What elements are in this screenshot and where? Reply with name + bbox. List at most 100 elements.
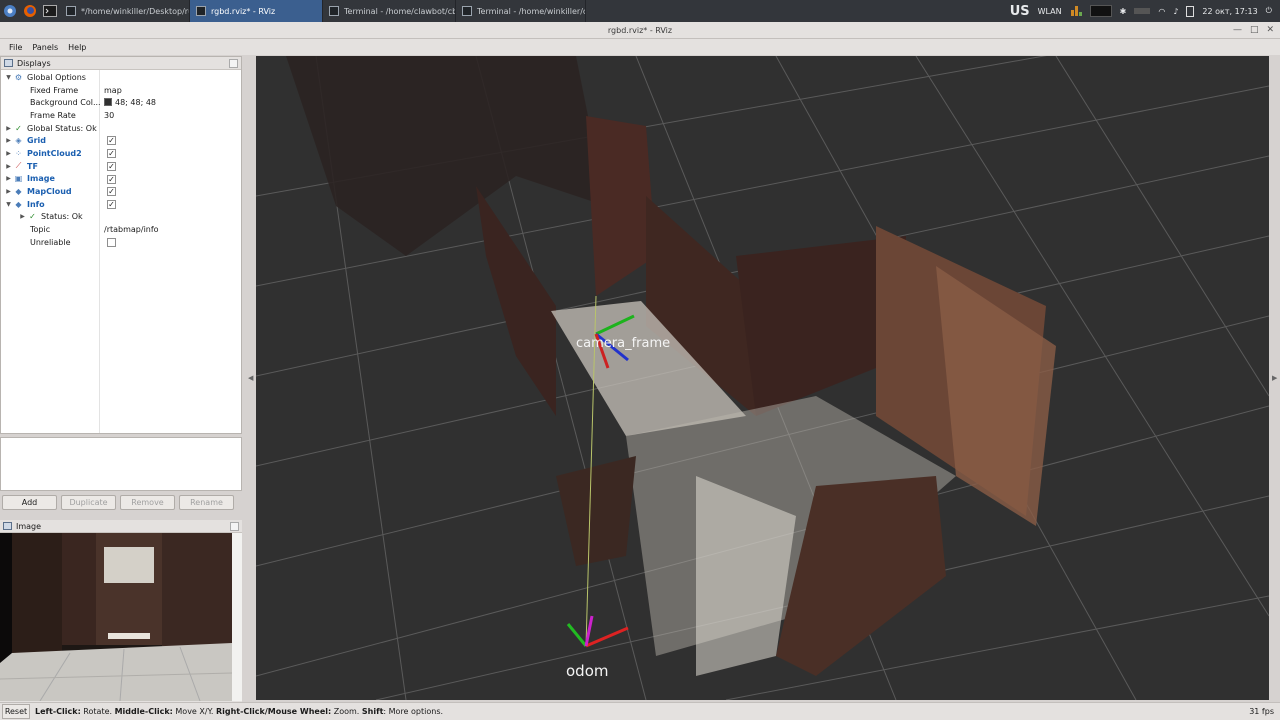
window-title: rgbd.rviz* - RViz [607,26,673,35]
grid-label: Grid [27,136,46,146]
task-label: */home/winkiller/Desktop/ru... [81,6,190,16]
tree-unreliable[interactable]: Unreliable [4,236,241,249]
collapsed-arrow-icon[interactable]: ▶ [4,150,13,157]
expanded-arrow-icon[interactable]: ▼ [4,201,13,208]
terminal-window-icon [462,6,472,16]
info-icon: ◆ [15,199,22,209]
minimize-icon[interactable]: — [1233,22,1242,39]
checkmark-icon: ✓ [29,212,36,222]
frame-rate-label: Frame Rate [30,110,76,120]
tree-frame-rate[interactable]: Frame Rate 30 [4,109,241,122]
unreliable-checkbox[interactable] [107,237,116,247]
camera-image-view [0,533,242,701]
add-button[interactable]: Add [2,495,57,510]
tree-info[interactable]: ▼ ◆ Info ✓ [4,198,241,211]
display-tree: ▼ ⚙ Global Options Fixed Frame map Backg… [1,70,241,249]
close-icon[interactable]: ✕ [1266,22,1274,39]
tree-pointcloud2[interactable]: ▶ ⁘ PointCloud2 ✓ [4,147,241,160]
hint-right-click-key: Right-Click/Mouse Wheel: [215,707,332,716]
tree-tf[interactable]: ▶ ⟋ TF ✓ [4,160,241,173]
hint-left-click-text: Rotate. [80,707,115,716]
app-menu-icon[interactable] [0,0,20,22]
left-collapse-arrow-icon[interactable]: ◀ [248,374,253,382]
panel-float-icon[interactable] [229,58,238,68]
menu-help[interactable]: Help [63,43,91,52]
topic-value[interactable]: /rtabmap/info [104,225,159,234]
remove-button[interactable]: Remove [120,495,175,510]
tree-global-status[interactable]: ▶ ✓ Global Status: Ok [4,122,241,135]
background-color-label: Background Col... [30,98,101,108]
terminal-window-icon [329,6,339,16]
task-terminal-1[interactable]: Terminal - /home/clawbot/cb... [323,0,456,22]
image-panel-icon [3,522,12,530]
image-panel: Image [0,520,242,702]
cpu-graph-icon [1070,6,1082,16]
displays-panel: Displays ▼ ⚙ Global Options Fixed Frame … [0,56,242,434]
scene-canvas[interactable]: camera_frame odom [256,56,1269,700]
terminal-icon[interactable] [40,0,60,22]
power-icon[interactable]: ⏻ [1266,6,1272,16]
tree-grid[interactable]: ▶ ◈ Grid ✓ [4,134,241,147]
reset-button[interactable]: Reset [2,704,30,719]
panel-float-icon[interactable] [230,521,239,531]
expanded-arrow-icon[interactable]: ▼ [4,74,13,81]
task-label: rgbd.rviz* - RViz [211,6,276,16]
mapcloud-icon: ◆ [15,187,22,197]
collapsed-arrow-icon[interactable]: ▶ [4,125,13,132]
tf-enabled-checkbox[interactable]: ✓ [107,161,116,171]
system-tray: us WLAN ✱ ◠ ♪ 22 окт, 17:13 ⏻ [1010,0,1280,22]
collapsed-arrow-icon[interactable]: ▶ [4,137,13,144]
volume-icon[interactable]: ♪ [1173,7,1178,16]
image-panel-title: Image [16,521,42,531]
color-swatch [104,98,112,107]
menu-panels[interactable]: Panels [27,43,63,52]
fixed-frame-value[interactable]: map [104,86,122,95]
maximize-icon[interactable]: □ [1250,22,1259,39]
tree-image[interactable]: ▶ ▣ Image ✓ [4,173,241,186]
collapsed-arrow-icon[interactable]: ▶ [4,175,13,182]
tree-info-status[interactable]: ▶ ✓ Status: Ok [4,211,241,224]
collapsed-arrow-icon[interactable]: ▶ [4,188,13,195]
collapsed-arrow-icon[interactable]: ▶ [18,213,27,220]
network-label[interactable]: WLAN [1038,7,1062,16]
window-titlebar: rgbd.rviz* - RViz — □ ✕ [0,22,1280,39]
displays-button-row: Add Duplicate Remove Rename [0,495,242,511]
displays-panel-title: Displays [17,58,51,68]
clock[interactable]: 22 окт, 17:13 [1202,7,1257,16]
camera-image [0,533,242,701]
gear-icon: ⚙ [14,72,23,82]
editor-icon [66,6,76,16]
menubar: File Panels Help [0,39,1280,55]
task-editor[interactable]: */home/winkiller/Desktop/ru... [60,0,190,22]
firefox-icon[interactable] [20,0,40,22]
rename-button[interactable]: Rename [179,495,234,510]
render-3d-view[interactable]: camera_frame odom [256,56,1269,700]
battery-icon[interactable] [1186,5,1195,17]
task-label: Terminal - /home/winkiller/c... [477,6,586,16]
frame-rate-value[interactable]: 30 [104,111,114,120]
task-terminal-2[interactable]: Terminal - /home/winkiller/c... [456,0,586,22]
info-status-label: Status: Ok [41,212,83,222]
mapcloud-enabled-checkbox[interactable]: ✓ [107,187,116,197]
global-status-label: Global Status: Ok [27,123,97,133]
tree-mapcloud[interactable]: ▶ ◆ MapCloud ✓ [4,185,241,198]
background-color-value[interactable]: 48; 48; 48 [104,98,156,107]
bluetooth-icon[interactable]: ✱ [1120,7,1127,16]
menu-file[interactable]: File [4,43,27,52]
keyboard-layout[interactable]: us [1010,4,1030,19]
collapsed-arrow-icon[interactable]: ▶ [4,163,13,170]
image-enabled-checkbox[interactable]: ✓ [107,174,116,184]
right-collapse-arrow-icon[interactable]: ▶ [1272,374,1277,382]
tree-global-options[interactable]: ▼ ⚙ Global Options [4,71,241,84]
info-enabled-checkbox[interactable]: ✓ [107,199,116,209]
fixed-frame-label: Fixed Frame [30,85,79,95]
tree-background-color[interactable]: Background Col... 48; 48; 48 [4,96,241,109]
wifi-icon[interactable]: ◠ [1158,7,1165,16]
grid-enabled-checkbox[interactable]: ✓ [107,136,116,146]
duplicate-button[interactable]: Duplicate [61,495,116,510]
task-rviz[interactable]: rgbd.rviz* - RViz [190,0,323,22]
task-label: Terminal - /home/clawbot/cb... [344,6,456,16]
pointcloud2-enabled-checkbox[interactable]: ✓ [107,149,116,159]
tree-fixed-frame[interactable]: Fixed Frame map [4,84,241,97]
tree-topic[interactable]: Topic /rtabmap/info [4,223,241,236]
